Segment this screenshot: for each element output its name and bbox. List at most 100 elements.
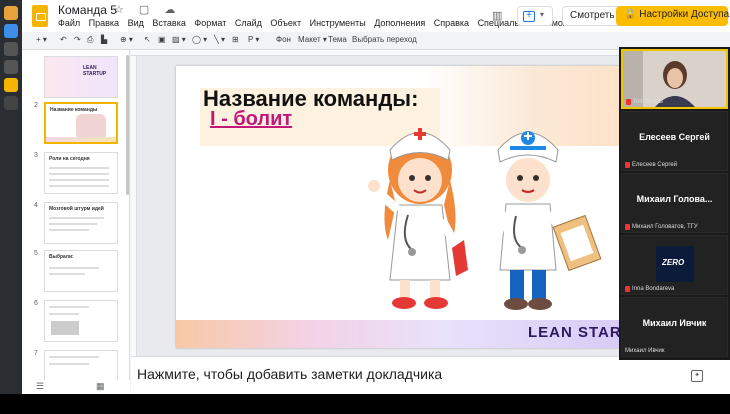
nurse-figure (368, 128, 468, 309)
muted-mic-icon (626, 99, 631, 105)
explore-icon[interactable]: ✦ (691, 370, 703, 382)
slide-number: 3 (34, 152, 38, 159)
slide-thumbnail-1[interactable]: LEAN STARTUP (44, 56, 118, 98)
menu-edit[interactable]: Правка (89, 18, 119, 28)
comment-icon[interactable]: ⊞ (232, 35, 239, 44)
screen: Команда 5 ☆ ▢ ☁ Файл Правка Вид Вставка … (0, 0, 730, 414)
muted-mic-icon (625, 286, 630, 292)
thumb-line (49, 217, 104, 219)
vertical-ruler (131, 56, 137, 356)
share-button[interactable]: 🔒 Настройки Доступа (616, 6, 730, 26)
participant-display-name: Михаил Ивчик (642, 318, 707, 328)
participant-name: Inna Bondareva (632, 286, 675, 292)
app-header: Команда 5 ☆ ▢ ☁ Файл Правка Вид Вставка … (22, 0, 730, 32)
thumb-line (49, 313, 79, 315)
thumb-line (49, 229, 89, 231)
slide-number: 4 (34, 202, 38, 209)
thumb-line (49, 273, 85, 275)
layout-label: Макет (298, 35, 321, 44)
participant-tile[interactable]: Елесеев Сергей Елесеев Сергей (621, 111, 728, 171)
thumb-line (49, 173, 109, 175)
slides-icon[interactable] (4, 78, 18, 92)
thumb-title: Выбрали: (49, 254, 74, 260)
participant-tile[interactable]: Михаил Ивчик Михаил Ивчик (621, 297, 728, 357)
list-view-icon[interactable]: ☰ (36, 381, 44, 392)
thumb-line (49, 363, 89, 365)
background-button[interactable]: Фон (276, 35, 291, 44)
menu-file[interactable]: Файл (58, 18, 80, 28)
layout-button[interactable]: Макет ▾ (298, 35, 327, 44)
speaker-notes[interactable]: Нажмите, чтобы добавить заметки докладчи… (131, 356, 730, 394)
participant-tile[interactable]: Михаил Голова... Михаил Головатов, ТГУ (621, 173, 728, 233)
doctors-illustration[interactable] (360, 120, 604, 320)
redo-icon[interactable]: ↷ (74, 35, 81, 44)
star-folder-cloud-icons[interactable]: ☆ ▢ ☁ (114, 3, 181, 16)
menu-tools[interactable]: Инструменты (310, 18, 366, 28)
paint-format-icon[interactable]: ▙ (101, 35, 107, 44)
transition-button[interactable]: Выбрать переход (352, 35, 417, 44)
participant-display-name: Михаил Голова... (636, 194, 713, 204)
select-icon[interactable]: ↖ (144, 35, 151, 44)
slide-number: 2 (34, 102, 38, 109)
menu-format[interactable]: Формат (194, 18, 226, 28)
print-icon[interactable]: ⎙ (87, 35, 93, 45)
participant-display-name: Елесеев Сергей (639, 132, 710, 142)
slide-thumbnail-6[interactable] (44, 300, 118, 342)
thumb-line (49, 185, 109, 187)
document-title[interactable]: Команда 5 (58, 3, 117, 17)
doctor-figure (487, 131, 602, 310)
insert-slide-button[interactable]: + ▾ (517, 6, 553, 26)
shape-icon[interactable]: ◯ ▾ (192, 35, 207, 44)
thumb-image (51, 321, 79, 335)
thumb-line (49, 356, 99, 358)
menu-insert[interactable]: Вставка (152, 18, 185, 28)
docs-icon[interactable] (4, 42, 18, 56)
share-label: Настройки Доступа (639, 9, 730, 20)
participant-tile[interactable]: TomskHUB (621, 49, 728, 109)
activity-icon[interactable]: ▥ (492, 9, 504, 22)
menu-addons[interactable]: Дополнения (374, 18, 425, 28)
add-icon[interactable] (4, 96, 18, 110)
image-icon[interactable]: ▨ ▾ (172, 35, 186, 44)
filmstrip-scrollbar[interactable] (126, 55, 129, 195)
slide-thumbnail-2[interactable]: Название команды (44, 102, 118, 144)
thumb-line (49, 223, 97, 225)
menu-view[interactable]: Вид (128, 18, 144, 28)
meet-icon[interactable] (4, 24, 18, 38)
current-slide[interactable]: Название команды: I - болит LEAN STAR (176, 66, 622, 348)
files-icon[interactable] (4, 60, 18, 74)
thumb-line (49, 179, 109, 181)
participant-name: Михаил Ивчик (625, 348, 665, 354)
slide-thumbnail-3[interactable]: Роли на сегодня (44, 152, 118, 194)
menu-object[interactable]: Объект (270, 18, 301, 28)
undo-icon[interactable]: ↶ (60, 35, 67, 44)
line-icon[interactable]: ╲ ▾ (214, 35, 225, 44)
slide-number: 5 (34, 250, 38, 257)
paint-icon[interactable]: P ▾ (248, 35, 259, 44)
slides-logo-icon[interactable] (32, 5, 48, 27)
avatar-logo-icon: ZERO (662, 258, 685, 267)
slide-filmstrip: LEAN STARTUP 2 Название команды 3 Роли н… (22, 50, 130, 392)
app-icon[interactable] (4, 6, 18, 20)
thumb-title: Роли на сегодня (49, 156, 90, 162)
new-slide-icon[interactable]: + ▾ (36, 35, 47, 44)
theme-button[interactable]: Тема (328, 35, 347, 44)
textbox-icon[interactable]: ▣ (158, 35, 166, 44)
slide-subtitle[interactable]: I - болит (210, 108, 292, 131)
grid-view-icon[interactable]: ▦ (96, 381, 105, 392)
thumb-line (49, 167, 109, 169)
menu-slide[interactable]: Слайд (235, 18, 262, 28)
slide-thumbnail-5[interactable]: Выбрали: (44, 250, 118, 292)
participant-tile[interactable]: ZERO Inna Bondareva (621, 235, 728, 295)
zoom-icon[interactable]: ⊕ ▾ (120, 35, 133, 44)
thumb-line (49, 306, 89, 308)
participant-name: Михаил Головатов, ТГУ (632, 224, 698, 230)
bottom-bar (0, 394, 730, 414)
muted-mic-icon (625, 224, 630, 230)
notes-placeholder[interactable]: Нажмите, чтобы добавить заметки докладчи… (137, 366, 442, 382)
thumb-bg (45, 57, 117, 97)
slide-thumbnail-4[interactable]: Мозговой штурм идей (44, 202, 118, 244)
slide-number: 6 (34, 300, 38, 307)
participant-avatar: ZERO (656, 246, 694, 282)
menu-help[interactable]: Справка (434, 18, 469, 28)
